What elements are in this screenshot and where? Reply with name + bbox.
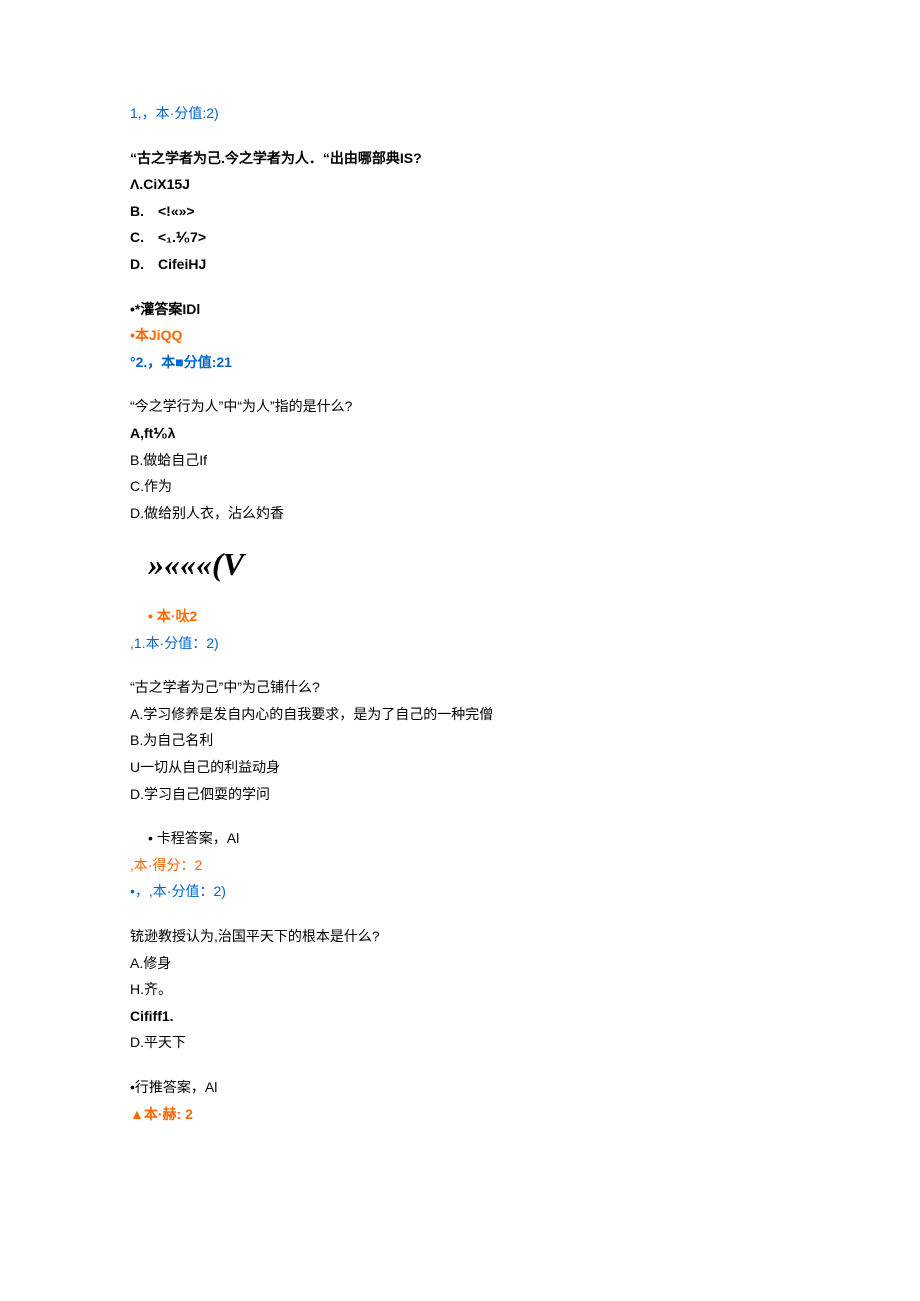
q4-header: •，,本·分值：2) [130, 878, 790, 905]
q4-option-d: D.平天下 [130, 1029, 790, 1056]
q3-score: ,本·得分：2 [130, 852, 790, 879]
q2-option-d: D.做给别人衣，沾么妁香 [130, 500, 790, 527]
q3-option-a: A.学习修养是发自内心的自我要求，是为了自己的一种完僧 [130, 701, 790, 728]
q3-stem: “古之学者为己”中”为己铺什么? [130, 674, 790, 701]
q1-option-a: Λ.CiX15J [130, 171, 790, 198]
q3-answer-text: 卡程答案，Al [157, 830, 239, 846]
q2-score-text: 本·呔2 [157, 608, 197, 624]
spacer [130, 656, 790, 674]
q2-stem: “今之学行为人”中“为人”指的是什么? [130, 393, 790, 420]
q2-option-c: C.作为 [130, 473, 790, 500]
q2-option-b: B.做蛤自己If [130, 447, 790, 474]
q1-option-d: D. CifeiHJ [130, 251, 790, 278]
spacer [130, 807, 790, 825]
spacer [130, 905, 790, 923]
q1-answer: •*灌答案IDl [130, 296, 790, 323]
q2-header: °2.，本■分值:21 [130, 349, 790, 376]
q1-option-c: C. <₁.⅟₀7> [130, 224, 790, 251]
q1-option-b: B. <!«»> [130, 198, 790, 225]
q4-option-c: Cififf1. [130, 1003, 790, 1030]
q4-answer: •行推答案，Al [130, 1074, 790, 1101]
q3-option-c: U一切从自己的利益动身 [130, 754, 790, 781]
q4-score: ▲本·赫: 2 [130, 1101, 790, 1128]
q4-option-b: H.齐。 [130, 976, 790, 1003]
spacer [130, 1056, 790, 1074]
q1-stem: “古之学者为己.今之学者为人．“出由哪部典IS? [130, 145, 790, 172]
q3-option-d: D.学习自己伵耍的学问 [130, 781, 790, 808]
q3-header: ,1.本·分值：2) [130, 630, 790, 657]
spacer [130, 278, 790, 296]
q2-score: 本·呔2 [130, 603, 790, 630]
q4-stem: 铳逊教授认为,治国平天下的根本是什么? [130, 923, 790, 950]
q2-symbol: »«««(V [148, 534, 790, 595]
q2-option-a: A,ft⅟₀λ [130, 420, 790, 447]
q3-answer: 卡程答案，Al [130, 825, 790, 852]
q1-header: 1,，本·分值:2) [130, 100, 790, 127]
q1-score: •本JiQQ [130, 322, 790, 349]
spacer [130, 127, 790, 145]
q3-option-b: B.为自己名利 [130, 727, 790, 754]
spacer [130, 375, 790, 393]
q4-option-a: A.修身 [130, 950, 790, 977]
